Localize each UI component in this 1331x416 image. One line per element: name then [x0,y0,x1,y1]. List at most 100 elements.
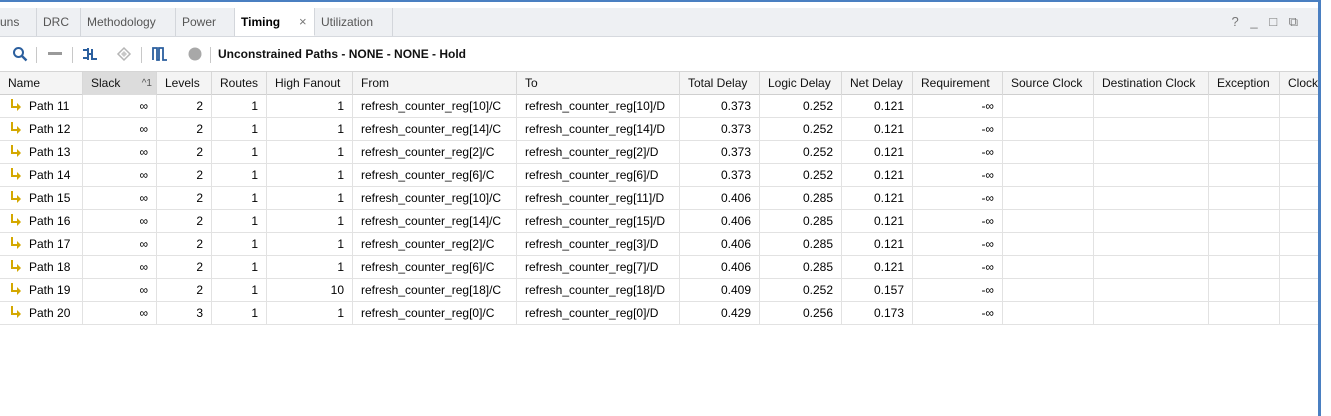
destination-clock-cell [1094,210,1209,232]
close-tab-icon[interactable]: × [299,8,307,36]
search-icon[interactable] [10,44,30,64]
table-row[interactable]: Path 13 ∞ 2 1 1 refresh_counter_reg[2]/C refre… [0,141,1318,164]
requirement-cell: -∞ [913,210,1003,232]
column-header-net-delay[interactable]: Net Delay [842,72,913,95]
exception-cell [1209,164,1280,186]
column-header-total-delay[interactable]: Total Delay [680,72,760,95]
tab-utilization[interactable]: Utilization [315,8,393,36]
table-row[interactable]: Path 14 ∞ 2 1 1 refresh_counter_reg[6]/C refre… [0,164,1318,187]
column-header-slack[interactable]: Slack ^1 [83,72,157,95]
levels-cell: 2 [157,164,212,186]
exception-cell [1209,279,1280,301]
restore-icon[interactable]: ⧉ [1289,14,1298,29]
levels-cell: 2 [157,233,212,255]
levels-cell: 2 [157,187,212,209]
schematic-icon[interactable] [80,44,100,64]
timing-path-icon [11,145,21,157]
clock-cell [1280,95,1318,117]
destination-clock-cell [1094,164,1209,186]
total-delay-cell: 0.373 [680,164,760,186]
tab-power[interactable]: Power [176,8,235,36]
column-header-exception[interactable]: Exception [1209,72,1280,95]
clock-cell [1280,279,1318,301]
window-controls: ? _ □ ⧉ [1224,8,1299,36]
help-icon[interactable]: ? [1232,14,1239,29]
requirement-cell: -∞ [913,141,1003,163]
column-header-routes[interactable]: Routes [212,72,267,95]
levels-cell: 3 [157,302,212,324]
from-cell: refresh_counter_reg[14]/C [353,118,517,140]
column-header-levels[interactable]: Levels [157,72,212,95]
status-dot-icon[interactable] [185,44,205,64]
column-header-clock[interactable]: Clock [1280,72,1318,95]
maximize-icon[interactable]: □ [1269,14,1277,29]
total-delay-cell: 0.373 [680,141,760,163]
column-header-logic-delay[interactable]: Logic Delay [760,72,842,95]
path-name: Path 11 [29,99,70,113]
path-name-cell: Path 16 [0,210,83,232]
exception-cell [1209,233,1280,255]
column-header-requirement[interactable]: Requirement [913,72,1003,95]
table-header: Name Slack ^1 Levels Routes High Fanout … [0,71,1318,95]
timing-panel: uns DRC Methodology Power Timing × Utili… [0,0,1318,416]
table-row[interactable]: Path 16 ∞ 2 1 1 refresh_counter_reg[14]/C refr… [0,210,1318,233]
column-header-to[interactable]: To [517,72,680,95]
exception-cell [1209,141,1280,163]
column-header-destination-clock[interactable]: Destination Clock [1094,72,1209,95]
logic-delay-cell: 0.252 [760,118,842,140]
collapse-icon[interactable] [45,44,65,64]
column-header-from[interactable]: From [353,72,517,95]
requirement-cell: -∞ [913,256,1003,278]
destination-clock-cell [1094,187,1209,209]
logic-delay-cell: 0.252 [760,279,842,301]
slack-cell: ∞ [83,95,157,117]
logic-delay-cell: 0.252 [760,141,842,163]
table-row[interactable]: Path 12 ∞ 2 1 1 refresh_counter_reg[14]/C refr… [0,118,1318,141]
exception-cell [1209,118,1280,140]
to-cell: refresh_counter_reg[3]/D [517,233,680,255]
logic-delay-cell: 0.252 [760,164,842,186]
minimize-icon[interactable]: _ [1250,14,1257,29]
tab-methodology[interactable]: Methodology [81,8,176,36]
to-cell: refresh_counter_reg[0]/D [517,302,680,324]
table-row[interactable]: Path 15 ∞ 2 1 1 refresh_counter_reg[10]/C refr… [0,187,1318,210]
to-cell: refresh_counter_reg[11]/D [517,187,680,209]
destination-clock-cell [1094,141,1209,163]
to-cell: refresh_counter_reg[2]/D [517,141,680,163]
to-cell: refresh_counter_reg[7]/D [517,256,680,278]
table-row[interactable]: Path 18 ∞ 2 1 1 refresh_counter_reg[6]/C refre… [0,256,1318,279]
slack-cell: ∞ [83,118,157,140]
total-delay-cell: 0.373 [680,118,760,140]
total-delay-cell: 0.406 [680,256,760,278]
table-row[interactable]: Path 20 ∞ 3 1 1 refresh_counter_reg[0]/C refre… [0,302,1318,325]
total-delay-cell: 0.406 [680,187,760,209]
path-name: Path 16 [29,214,71,228]
path-name: Path 15 [29,191,71,205]
table-row[interactable]: Path 11 ∞ 2 1 1 refresh_counter_reg[10]/C refr… [0,95,1318,118]
destination-clock-cell [1094,279,1209,301]
levels-cell: 2 [157,141,212,163]
column-header-source-clock[interactable]: Source Clock [1003,72,1094,95]
toolbar-divider [36,47,37,63]
tab-drc[interactable]: DRC [37,8,81,36]
highlight-icon[interactable] [114,44,134,64]
tab-timing[interactable]: Timing × [235,8,315,36]
to-cell: refresh_counter_reg[10]/D [517,95,680,117]
column-header-high-fanout[interactable]: High Fanout [267,72,353,95]
tab-label: uns [0,15,20,29]
waveform-icon[interactable] [150,44,170,64]
path-name-cell: Path 19 [0,279,83,301]
paths-table-body: Path 11 ∞ 2 1 1 refresh_counter_reg[10]/C refr… [0,95,1318,325]
tab-label: Utilization [321,15,374,29]
table-row[interactable]: Path 17 ∞ 2 1 1 refresh_counter_reg[2]/C refre… [0,233,1318,256]
routes-cell: 1 [212,164,267,186]
from-cell: refresh_counter_reg[0]/C [353,302,517,324]
levels-cell: 2 [157,256,212,278]
toolbar-divider [141,47,142,63]
table-row[interactable]: Path 19 ∞ 2 1 10 refresh_counter_reg[18]/C ref… [0,279,1318,302]
column-header-name[interactable]: Name [0,72,83,95]
high-fanout-cell: 1 [267,233,353,255]
tab-label: Power [182,15,217,29]
path-name: Path 19 [29,283,71,297]
tab-runs[interactable]: uns [0,8,37,36]
